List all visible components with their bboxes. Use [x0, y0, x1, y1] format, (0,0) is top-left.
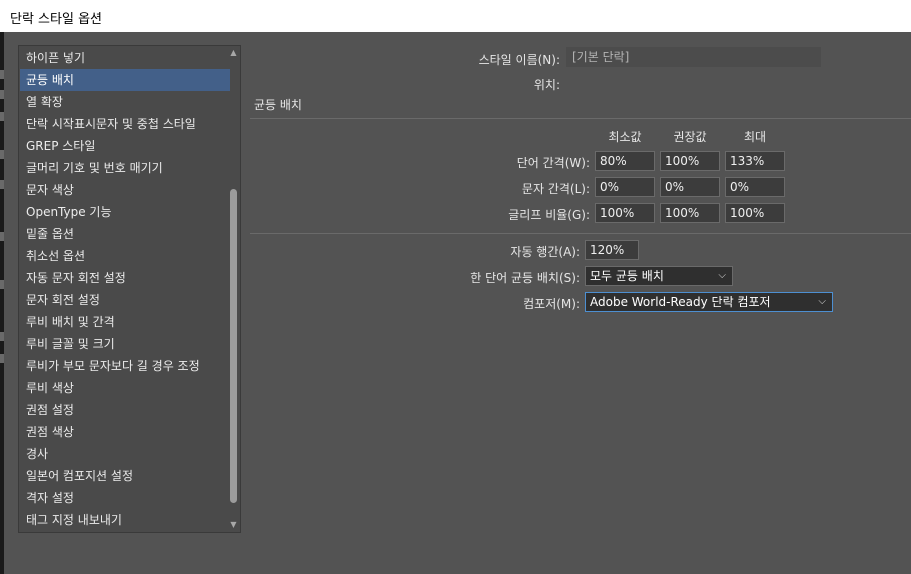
category-item-tate-chu-yoko[interactable]: 문자 회전 설정 — [20, 289, 230, 311]
category-item-shatai[interactable]: 경사 — [20, 443, 230, 465]
scroll-thumb[interactable] — [230, 189, 237, 503]
window-titlebar: 단락 스타일 옵션 — [0, 0, 911, 32]
category-item-justification[interactable]: 균등 배치 — [20, 69, 230, 91]
auto-leading-field[interactable]: 120% — [585, 240, 639, 260]
category-item-character-color[interactable]: 문자 색상 — [20, 179, 230, 201]
word-spacing-desired-field[interactable]: 100% — [660, 151, 720, 171]
glyph-scaling-max-field[interactable]: 100% — [725, 203, 785, 223]
location-label: 위치: — [533, 78, 560, 92]
background-window-edge — [0, 32, 4, 574]
style-name-field[interactable]: [기본 단락] — [566, 47, 821, 67]
column-header-maximum: 최대 — [743, 130, 767, 144]
category-item-hyphenation[interactable]: 하이픈 넣기 — [20, 47, 230, 69]
auto-leading-label: 자동 행간(A): — [510, 245, 580, 259]
category-item-export-tagging[interactable]: 태그 지정 내보내기 — [20, 509, 230, 531]
category-item-underline-options[interactable]: 밑줄 옵션 — [20, 223, 230, 245]
column-header-minimum: 최소값 — [608, 130, 642, 144]
category-item-drop-caps-nested-styles[interactable]: 단락 시작표시문자 및 중첩 스타일 — [20, 113, 230, 135]
word-spacing-label: 단어 간격(W): — [516, 156, 590, 170]
column-header-desired: 권장값 — [673, 130, 707, 144]
options-divider — [250, 233, 911, 234]
single-word-justification-label: 한 단어 균등 배치(S): — [470, 271, 580, 285]
letter-spacing-max-field[interactable]: 0% — [725, 177, 785, 197]
category-scrollbar[interactable]: ▲ ▼ — [228, 47, 239, 531]
category-item-ruby-font-size[interactable]: 루비 글꼴 및 크기 — [20, 333, 230, 355]
category-item-kenten-settings[interactable]: 권점 설정 — [20, 399, 230, 421]
category-item-ruby-placement[interactable]: 루비 배치 및 간격 — [20, 311, 230, 333]
category-item-grid-settings[interactable]: 격자 설정 — [20, 487, 230, 509]
category-item-grep-style[interactable]: GREP 스타일 — [20, 135, 230, 157]
section-divider — [250, 118, 911, 119]
glyph-scaling-label: 글리프 비율(G): — [508, 208, 590, 222]
chevron-down-icon: ⌵ — [718, 270, 726, 281]
composer-dropdown[interactable]: Adobe World-Ready 단락 컴포저 ⌵ — [585, 292, 833, 312]
composer-value: Adobe World-Ready 단락 컴포저 — [590, 295, 771, 309]
single-word-justification-dropdown[interactable]: 모두 균등 배치 ⌵ — [585, 266, 733, 286]
composer-label: 컴포저(M): — [523, 297, 580, 311]
scroll-down-arrow-icon[interactable]: ▼ — [228, 519, 239, 531]
style-name-label: 스타일 이름(N): — [478, 53, 560, 67]
category-item-ruby-color[interactable]: 루비 색상 — [20, 377, 230, 399]
letter-spacing-label: 문자 간격(L): — [521, 182, 590, 196]
category-item-span-columns[interactable]: 열 확장 — [20, 91, 230, 113]
window-title: 단락 스타일 옵션 — [10, 12, 102, 27]
single-word-justification-value: 모두 균등 배치 — [590, 269, 664, 283]
chevron-down-icon: ⌵ — [818, 296, 826, 307]
letter-spacing-min-field[interactable]: 0% — [595, 177, 655, 197]
category-list[interactable]: 하이픈 넣기 균등 배치 열 확장 단락 시작표시문자 및 중첩 스타일 GRE… — [18, 45, 241, 533]
category-item-ruby-overhang[interactable]: 루비가 부모 문자보다 길 경우 조정 — [20, 355, 230, 377]
category-item-opentype-features[interactable]: OpenType 기능 — [20, 201, 230, 223]
category-item-strikethrough-options[interactable]: 취소선 옵션 — [20, 245, 230, 267]
word-spacing-min-field[interactable]: 80% — [595, 151, 655, 171]
word-spacing-max-field[interactable]: 133% — [725, 151, 785, 171]
category-item-kenten-color[interactable]: 권점 색상 — [20, 421, 230, 443]
glyph-scaling-min-field[interactable]: 100% — [595, 203, 655, 223]
letter-spacing-desired-field[interactable]: 0% — [660, 177, 720, 197]
scroll-up-arrow-icon[interactable]: ▲ — [228, 47, 239, 59]
category-item-auto-tate-chu-yoko[interactable]: 자동 문자 회전 설정 — [20, 267, 230, 289]
glyph-scaling-desired-field[interactable]: 100% — [660, 203, 720, 223]
category-item-japanese-composition[interactable]: 일본어 컴포지션 설정 — [20, 465, 230, 487]
category-item-bullets-numbering[interactable]: 글머리 기호 및 번호 매기기 — [20, 157, 230, 179]
section-title: 균등 배치 — [254, 98, 302, 112]
